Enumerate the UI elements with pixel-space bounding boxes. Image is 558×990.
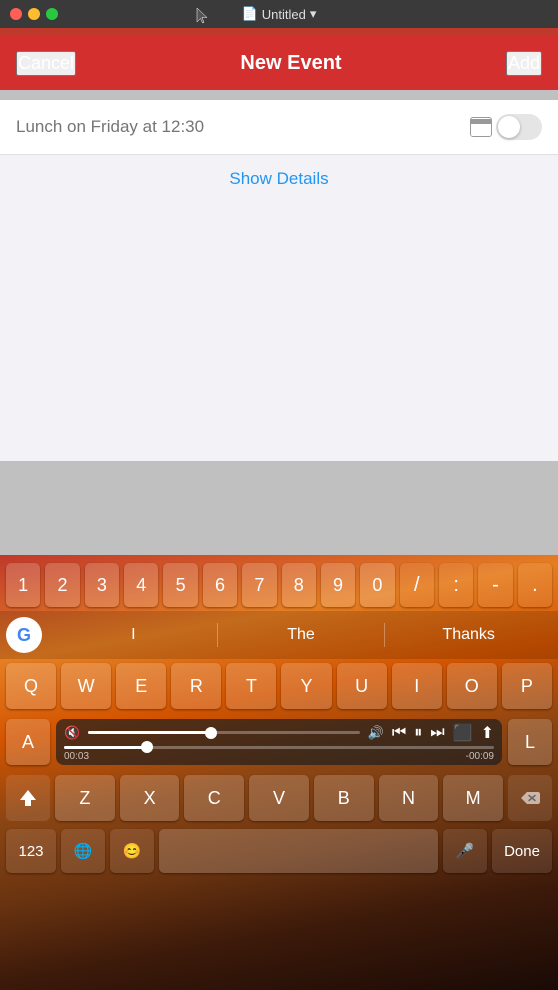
empty-content-area	[0, 203, 558, 461]
toggle-switch[interactable]	[496, 114, 542, 140]
fast-forward-icon[interactable]: ⏭	[430, 724, 444, 742]
cancel-button[interactable]: Cancel	[16, 51, 76, 76]
space-key[interactable]	[159, 829, 438, 873]
pause-icon[interactable]: ⏸	[414, 724, 422, 742]
delete-key[interactable]	[508, 775, 552, 821]
key-t[interactable]: T	[226, 663, 276, 709]
volume-high-icon: 🔊	[368, 725, 384, 741]
time-current: 00:03	[64, 751, 89, 762]
media-row: A 🔇 🔊 ⏮ ⏸ ⏭ ⬛	[0, 713, 558, 771]
add-button[interactable]: Add	[506, 51, 542, 76]
key-0[interactable]: 0	[360, 563, 394, 607]
key-2[interactable]: 2	[45, 563, 79, 607]
window-title: 📄 Untitled ▾	[242, 6, 317, 22]
volume-thumb	[205, 727, 217, 739]
keyboard: 1 2 3 4 5 6 7 8 9 0 / : - . G I The Than…	[0, 555, 558, 990]
key-b[interactable]: B	[314, 775, 374, 821]
key-colon[interactable]: :	[439, 563, 473, 607]
key-m[interactable]: M	[443, 775, 503, 821]
suggestion-thanks[interactable]: Thanks	[385, 618, 552, 652]
keyboard-content: 1 2 3 4 5 6 7 8 9 0 / : - . G I The Than…	[0, 555, 558, 877]
show-details-row: Show Details	[0, 155, 558, 203]
key-r[interactable]: R	[171, 663, 221, 709]
volume-fill	[88, 731, 210, 734]
key-slash[interactable]: /	[400, 563, 434, 607]
calendar-icon	[470, 117, 492, 137]
volume-track[interactable]	[88, 731, 359, 734]
key-n[interactable]: N	[379, 775, 439, 821]
airplay-icon[interactable]: ⬛	[453, 723, 473, 743]
google-logo[interactable]: G	[6, 617, 42, 653]
key-7[interactable]: 7	[242, 563, 276, 607]
cursor-icon	[195, 6, 209, 24]
suggestions-row: G I The Thanks	[0, 611, 558, 659]
volume-low-icon: 🔇	[64, 725, 80, 741]
media-time: 00:03 -00:09	[64, 751, 494, 762]
key-p[interactable]: P	[502, 663, 552, 709]
key-i[interactable]: I	[392, 663, 442, 709]
progress-bar-container	[64, 746, 494, 749]
key-e[interactable]: E	[116, 663, 166, 709]
event-title-input[interactable]	[16, 117, 470, 137]
nav-title: New Event	[240, 52, 341, 75]
key-l[interactable]: L	[508, 719, 552, 765]
key-6[interactable]: 6	[203, 563, 237, 607]
event-input-row	[0, 100, 558, 155]
key-4[interactable]: 4	[124, 563, 158, 607]
media-player: 🔇 🔊 ⏮ ⏸ ⏭ ⬛ ⬆	[56, 719, 502, 765]
key-8[interactable]: 8	[282, 563, 316, 607]
shift-icon	[18, 788, 38, 808]
key-u[interactable]: U	[337, 663, 387, 709]
progress-fill	[64, 746, 150, 749]
key-o[interactable]: O	[447, 663, 497, 709]
key-9[interactable]: 9	[321, 563, 355, 607]
toggle-knob	[498, 116, 520, 138]
calendar-toggle-container	[470, 114, 542, 140]
emoji-key[interactable]: 😊	[110, 829, 154, 873]
rewind-icon[interactable]: ⏮	[392, 724, 406, 742]
content-area: Show Details	[0, 100, 558, 461]
progress-track[interactable]	[64, 746, 494, 749]
key-period[interactable]: .	[518, 563, 552, 607]
shift-key[interactable]	[6, 775, 50, 821]
media-controls: 🔇 🔊 ⏮ ⏸ ⏭ ⬛ ⬆	[64, 723, 494, 743]
qwerty-row: Q W E R T Y U I O P	[0, 659, 558, 713]
time-remaining: -00:09	[466, 751, 494, 762]
maximize-button[interactable]	[46, 8, 58, 20]
suggestion-i[interactable]: I	[50, 618, 217, 652]
traffic-lights	[10, 8, 58, 20]
key-x[interactable]: X	[120, 775, 180, 821]
close-button[interactable]	[10, 8, 22, 20]
bottom-row: 123 🌐 😊 🎤 Done	[0, 825, 558, 877]
key-z[interactable]: Z	[55, 775, 115, 821]
key-1[interactable]: 1	[6, 563, 40, 607]
globe-key[interactable]: 🌐	[61, 829, 105, 873]
document-icon: 📄	[242, 6, 258, 22]
number-row: 1 2 3 4 5 6 7 8 9 0 / : - .	[0, 555, 558, 611]
red-accent-bar	[0, 28, 558, 36]
share-icon[interactable]: ⬆	[481, 723, 494, 743]
key-c[interactable]: C	[184, 775, 244, 821]
minimize-button[interactable]	[28, 8, 40, 20]
num-toggle-key[interactable]: 123	[6, 829, 56, 873]
title-bar: 📄 Untitled ▾	[0, 0, 558, 28]
key-3[interactable]: 3	[85, 563, 119, 607]
key-v[interactable]: V	[249, 775, 309, 821]
key-5[interactable]: 5	[163, 563, 197, 607]
key-q[interactable]: Q	[6, 663, 56, 709]
key-dash[interactable]: -	[478, 563, 512, 607]
key-w[interactable]: W	[61, 663, 111, 709]
key-a[interactable]: A	[6, 719, 50, 765]
zxcvbnm-row: Z X C V B N M	[0, 771, 558, 825]
done-key[interactable]: Done	[492, 829, 552, 873]
nav-bar: Cancel New Event Add	[0, 36, 558, 90]
microphone-key[interactable]: 🎤	[443, 829, 487, 873]
show-details-button[interactable]: Show Details	[229, 169, 328, 189]
suggestion-the[interactable]: The	[218, 618, 385, 652]
backspace-icon	[520, 790, 540, 806]
key-y[interactable]: Y	[281, 663, 331, 709]
